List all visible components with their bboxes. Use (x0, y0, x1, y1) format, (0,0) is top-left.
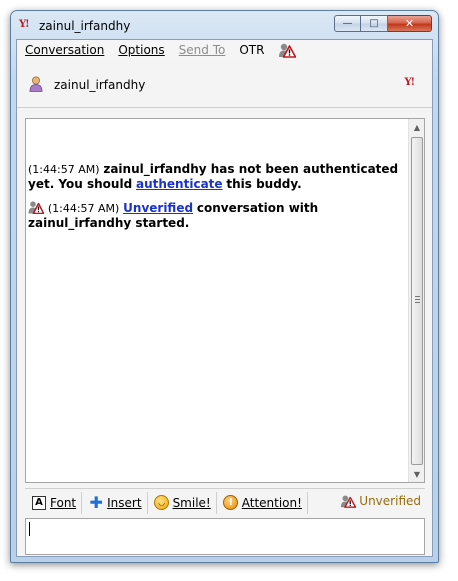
conversation-log[interactable]: (1:44:57 AM) zainul_irfandhy has not bee… (25, 118, 425, 483)
insert-label-text: Insert (107, 495, 142, 510)
smile-label: Smile! (173, 496, 211, 510)
vertical-scrollbar[interactable]: ▲ ▼ (408, 119, 424, 482)
scroll-up-icon[interactable]: ▲ (409, 119, 425, 135)
otr-unverified-icon (28, 200, 45, 215)
title-bar[interactable]: Y! zainul_irfandhy — □ ✕ (11, 11, 438, 39)
smiley-icon: ◡ (154, 495, 170, 511)
yahoo-protocol-icon: Y! (404, 77, 414, 88)
font-label-text: Font (50, 495, 77, 510)
menu-options[interactable]: Options (118, 43, 164, 57)
insert-label: Insert (107, 496, 141, 510)
chat-window: Y! zainul_irfandhy — □ ✕ Conversation Op… (10, 10, 439, 563)
attention-label-text: Attention! (241, 495, 302, 510)
insert-button[interactable]: ✚ Insert (82, 491, 148, 514)
buddy-avatar-icon (29, 76, 43, 92)
message-input[interactable] (25, 518, 425, 555)
menu-send-to[interactable]: Send To (179, 43, 226, 57)
otr-unverified-icon (340, 493, 357, 509)
otr-unverified-icon[interactable] (278, 42, 297, 58)
menu-conversation-label: Conversation (25, 43, 105, 57)
buddy-header: zainul_irfandhy Y! (17, 62, 432, 108)
plus-icon: ✚ (89, 492, 103, 512)
scroll-thumb[interactable] (411, 137, 423, 465)
minimize-button[interactable]: — (334, 15, 361, 32)
font-icon: A (31, 495, 47, 511)
message-item: (1:44:57 AM) zainul_irfandhy has not bee… (28, 162, 406, 192)
buddy-name: zainul_irfandhy (54, 78, 146, 92)
menu-bar: Conversation Options Send To OTR (17, 40, 432, 60)
close-button[interactable]: ✕ (388, 15, 432, 32)
font-button[interactable]: A Font (25, 491, 83, 514)
smile-label-text: Smile! (172, 495, 211, 510)
attention-label: Attention! (242, 496, 302, 510)
scroll-grip-icon (415, 296, 420, 303)
message-item: (1:44:57 AM) Unverified conversation wit… (28, 200, 406, 231)
smile-button[interactable]: ◡ Smile! (148, 491, 217, 514)
otr-status-button[interactable]: Unverified (340, 493, 421, 509)
menu-options-label: Options (118, 43, 165, 57)
maximize-icon: □ (369, 18, 379, 29)
yahoo-app-icon: Y! (19, 19, 29, 30)
attention-icon: ! (223, 495, 239, 511)
menu-send-to-label: Send To (178, 43, 226, 57)
message-timestamp: (1:44:57 AM) (28, 163, 100, 176)
maximize-button[interactable]: □ (361, 15, 388, 32)
menu-conversation[interactable]: Conversation (25, 43, 104, 57)
otr-status-label: Unverified (359, 494, 421, 508)
client-area: Conversation Options Send To OTR zainul_… (16, 39, 433, 557)
font-label: Font (50, 496, 76, 510)
minimize-icon: — (342, 18, 353, 29)
format-toolbar: A Font ✚ Insert ◡ Smile! ! Attention! Un… (25, 488, 425, 516)
message-text-end: this buddy. (226, 177, 302, 191)
conversation-messages: (1:44:57 AM) zainul_irfandhy has not bee… (28, 162, 406, 239)
unverified-link[interactable]: Unverified (123, 201, 193, 215)
menu-otr[interactable]: OTR (239, 43, 264, 57)
window-title: zainul_irfandhy (39, 19, 131, 33)
scroll-down-icon[interactable]: ▼ (409, 466, 425, 482)
window-controls: — □ ✕ (334, 15, 432, 32)
attention-button[interactable]: ! Attention! (217, 491, 308, 514)
close-icon: ✕ (404, 17, 415, 30)
authenticate-link[interactable]: authenticate (136, 177, 223, 191)
text-caret (29, 522, 30, 536)
message-timestamp: (1:44:57 AM) (47, 202, 120, 215)
